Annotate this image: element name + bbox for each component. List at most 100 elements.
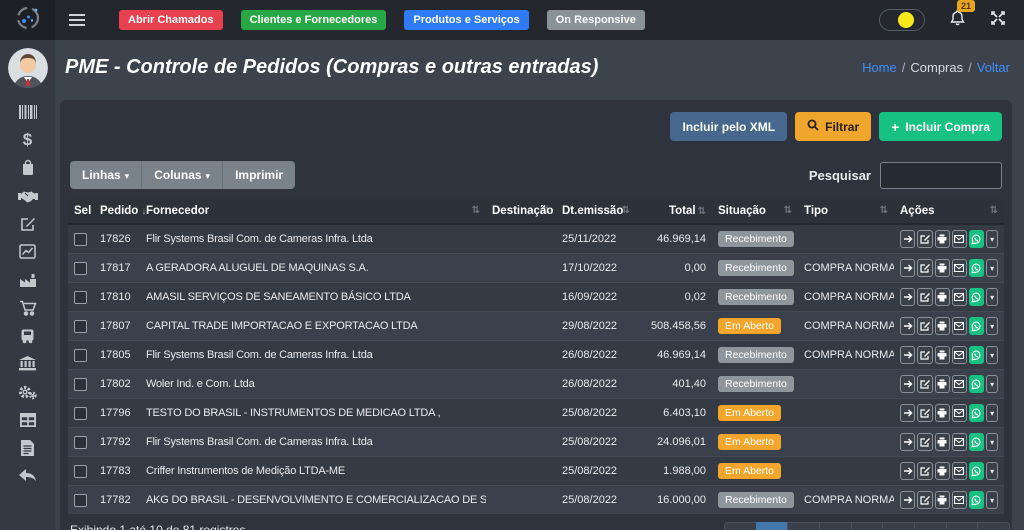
open-order-button[interactable] bbox=[900, 288, 915, 306]
open-order-button[interactable] bbox=[900, 230, 915, 248]
col-acoes[interactable]: ⇅Ações bbox=[894, 199, 1004, 224]
finance-dollar-icon[interactable]: $ bbox=[16, 130, 40, 149]
row-select-checkbox[interactable] bbox=[74, 233, 87, 246]
print-order-button[interactable] bbox=[935, 317, 950, 335]
open-order-button[interactable] bbox=[900, 259, 915, 277]
invoice-file-icon[interactable] bbox=[16, 438, 40, 457]
whatsapp-button[interactable] bbox=[969, 259, 984, 277]
print-order-button[interactable] bbox=[935, 462, 950, 480]
sort-icon[interactable]: ⇅ bbox=[472, 205, 480, 216]
email-order-button[interactable] bbox=[952, 230, 967, 248]
more-actions-button[interactable]: ▾ bbox=[986, 259, 998, 277]
bank-icon[interactable] bbox=[16, 354, 40, 373]
whatsapp-button[interactable] bbox=[969, 346, 984, 364]
page-button[interactable]: 1 bbox=[756, 522, 788, 530]
incluir-compra-button[interactable]: + Incluir Compra bbox=[879, 112, 1002, 141]
email-order-button[interactable] bbox=[952, 491, 967, 509]
edit-order-button[interactable] bbox=[917, 433, 932, 451]
open-order-button[interactable] bbox=[900, 433, 915, 451]
open-order-button[interactable] bbox=[900, 462, 915, 480]
open-order-button[interactable] bbox=[900, 491, 915, 509]
whatsapp-button[interactable] bbox=[969, 317, 984, 335]
page-button[interactable]: 6 bbox=[914, 522, 946, 530]
edit-order-button[interactable] bbox=[917, 346, 932, 364]
edit-order-button[interactable] bbox=[917, 230, 932, 248]
edit-order-button[interactable] bbox=[917, 375, 932, 393]
col-dt-emissao[interactable]: ⇅Dt.emissão bbox=[556, 199, 636, 224]
incluir-pelo-xml-button[interactable]: Incluir pelo XML bbox=[670, 112, 787, 141]
breadcrumb-voltar-link[interactable]: Voltar bbox=[977, 60, 1010, 75]
whatsapp-button[interactable] bbox=[969, 288, 984, 306]
page-button[interactable]: 5 bbox=[882, 522, 914, 530]
print-order-button[interactable] bbox=[935, 404, 950, 422]
more-actions-button[interactable]: ▾ bbox=[986, 404, 998, 422]
more-actions-button[interactable]: ▾ bbox=[986, 230, 998, 248]
shopping-bag-icon[interactable] bbox=[16, 158, 40, 177]
notifications-button[interactable]: 21 bbox=[949, 9, 966, 32]
email-order-button[interactable] bbox=[952, 346, 967, 364]
print-order-button[interactable] bbox=[935, 230, 950, 248]
whatsapp-button[interactable] bbox=[969, 462, 984, 480]
colunas-dropdown[interactable]: Colunas▾ bbox=[142, 161, 223, 189]
edit-order-button[interactable] bbox=[917, 462, 932, 480]
whatsapp-button[interactable] bbox=[969, 491, 984, 509]
row-select-checkbox[interactable] bbox=[74, 436, 87, 449]
print-order-button[interactable] bbox=[935, 259, 950, 277]
back-arrow-icon[interactable] bbox=[16, 466, 40, 485]
imprimir-button[interactable]: Imprimir bbox=[223, 161, 295, 189]
shuttle-truck-icon[interactable] bbox=[16, 326, 40, 345]
email-order-button[interactable] bbox=[952, 462, 967, 480]
col-total[interactable]: Total⇅ bbox=[636, 199, 712, 224]
page-button[interactable]: 4 bbox=[851, 522, 883, 530]
email-order-button[interactable] bbox=[952, 259, 967, 277]
sort-icon[interactable]: ⇅ bbox=[784, 205, 792, 216]
sort-icon[interactable]: ⇅ bbox=[990, 205, 998, 216]
email-order-button[interactable] bbox=[952, 404, 967, 422]
barcode-icon[interactable] bbox=[16, 102, 40, 121]
sort-icon[interactable]: ⇅ bbox=[880, 205, 888, 216]
clientes-fornecedores-button[interactable]: Clientes e Fornecedores bbox=[241, 10, 387, 30]
print-order-button[interactable] bbox=[935, 491, 950, 509]
col-situacao[interactable]: ⇅Situação bbox=[712, 199, 798, 224]
table-grid-icon[interactable] bbox=[16, 410, 40, 429]
page-button[interactable]: » bbox=[977, 522, 1010, 530]
open-order-button[interactable] bbox=[900, 317, 915, 335]
print-order-button[interactable] bbox=[935, 433, 950, 451]
chart-line-icon[interactable] bbox=[16, 242, 40, 261]
edit-order-button[interactable] bbox=[917, 317, 932, 335]
shopping-cart-icon[interactable] bbox=[16, 298, 40, 317]
edit-icon[interactable] bbox=[16, 214, 40, 233]
row-select-checkbox[interactable] bbox=[74, 465, 87, 478]
produtos-servicos-button[interactable]: Produtos e Serviços bbox=[404, 10, 528, 30]
email-order-button[interactable] bbox=[952, 317, 967, 335]
print-order-button[interactable] bbox=[935, 288, 950, 306]
menu-toggle-icon[interactable] bbox=[69, 14, 85, 26]
row-select-checkbox[interactable] bbox=[74, 262, 87, 275]
print-order-button[interactable] bbox=[935, 346, 950, 364]
user-avatar[interactable] bbox=[8, 48, 48, 88]
whatsapp-button[interactable] bbox=[969, 404, 984, 422]
more-actions-button[interactable]: ▾ bbox=[986, 433, 998, 451]
row-select-checkbox[interactable] bbox=[74, 320, 87, 333]
email-order-button[interactable] bbox=[952, 288, 967, 306]
open-order-button[interactable] bbox=[900, 404, 915, 422]
fullscreen-button[interactable] bbox=[990, 10, 1006, 31]
col-tipo[interactable]: ⇅Tipo bbox=[798, 199, 894, 224]
email-order-button[interactable] bbox=[952, 433, 967, 451]
col-destinacao[interactable]: ⇅Destinação bbox=[486, 199, 556, 224]
more-actions-button[interactable]: ▾ bbox=[986, 346, 998, 364]
more-actions-button[interactable]: ▾ bbox=[986, 462, 998, 480]
more-actions-button[interactable]: ▾ bbox=[986, 375, 998, 393]
open-order-button[interactable] bbox=[900, 375, 915, 393]
more-actions-button[interactable]: ▾ bbox=[986, 288, 998, 306]
row-select-checkbox[interactable] bbox=[74, 291, 87, 304]
row-select-checkbox[interactable] bbox=[74, 378, 87, 391]
gears-icon[interactable] bbox=[16, 382, 40, 401]
whatsapp-button[interactable] bbox=[969, 375, 984, 393]
edit-order-button[interactable] bbox=[917, 259, 932, 277]
abrir-chamados-button[interactable]: Abrir Chamados bbox=[119, 10, 223, 30]
industry-icon[interactable] bbox=[16, 270, 40, 289]
page-button[interactable]: 2 bbox=[787, 522, 819, 530]
more-actions-button[interactable]: ▾ bbox=[986, 317, 998, 335]
col-fornecedor[interactable]: ⇅Fornecedor bbox=[140, 199, 486, 224]
